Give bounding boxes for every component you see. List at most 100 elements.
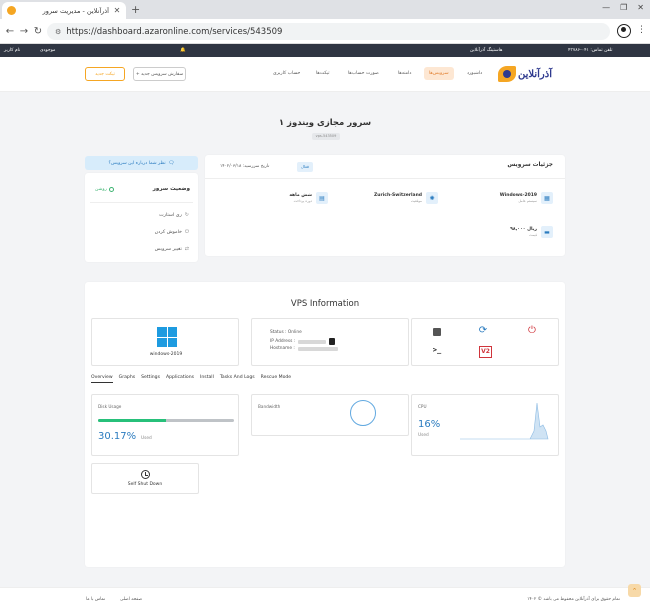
divider [205,178,565,179]
tab-graphs[interactable]: Graphs [119,375,135,383]
self-shutdown-button[interactable]: Self Shut Down [91,463,199,494]
reload-icon[interactable]: ↻ [31,26,45,37]
refresh-icon[interactable]: ⟳ [477,325,489,336]
restart-icon: ↻ [184,212,189,218]
maximize-button[interactable]: ❐ [620,3,627,12]
spec-location: Zurich-Switzerland موقعیت ✺ [374,192,438,204]
restart-button[interactable]: ری استارت ↻ [159,212,189,218]
window-controls: — ❐ ✕ [602,3,644,12]
power-icon[interactable]: ⏻ [526,325,538,336]
service-details-title: جزئیات سرویس [507,162,553,168]
logo-mark-icon [498,66,516,82]
disk-usage-progress [98,419,234,422]
tab-tasks-and-logs[interactable]: Tasks And Logs [220,375,255,383]
user-name-link[interactable]: نام کاربر [4,48,20,53]
vs-console-button[interactable]: V2 [479,346,492,358]
phone-text: تلفن تماس: ۰۴۱-۴۳۷۸۶ [568,48,613,53]
new-tab-button[interactable]: + [131,3,140,16]
minimize-button[interactable]: — [602,3,610,12]
scroll-to-top-button[interactable]: ⌃ [628,584,641,597]
window-close-button[interactable]: ✕ [637,3,644,12]
money-icon: ▬ [541,226,553,238]
copy-icon[interactable] [329,338,336,345]
divider [90,202,193,203]
change-service-label: تغییر سرویس [154,246,182,252]
nav-tickets[interactable]: تیکت‌ها [311,67,335,80]
cpu-box: CPU 16% Used [411,394,559,456]
disk-usage-box: Disk Usage 30.17% Used [91,394,239,456]
bandwidth-box: Bandwidth [251,394,409,436]
disk-usage-title: Disk Usage [98,404,122,409]
restart-label: ری استارت [159,212,182,218]
grid-icon: ▦ [541,192,553,204]
shutdown-button[interactable]: خاموش کردن ⏻ [155,229,189,235]
tab-overview[interactable]: Overview [91,375,113,383]
spec-location-label: موقعیت [410,199,422,203]
feedback-button[interactable]: نظر شما درباره این سرویس؟ 🗨 [85,156,198,170]
spec-price-value: ۹۸,۰۰۰ ریال [510,227,537,232]
home-link[interactable]: صفحه اصلی [120,597,142,602]
calendar-icon: ▤ [316,192,328,204]
page-subtitle: vps-543509 [312,133,340,140]
nav-account[interactable]: حساب کاربری [268,67,305,80]
browser-menu-icon[interactable]: ⋮ [637,25,646,35]
nav-dashboard[interactable]: داشبورد [462,67,487,80]
nav-domains[interactable]: دامنه‌ها [393,67,416,80]
order-service-button[interactable]: + سفارش سرویس جدید [133,67,186,81]
forward-icon[interactable]: → [17,26,31,37]
self-shutdown-label: Self Shut Down [127,482,163,487]
spec-os-label: سیستم عامل [518,199,537,203]
hostname-redacted [297,346,338,351]
disk-usage-fill [98,419,166,422]
site-footer: تماس با ما صفحه اصلی ۱۴۰۲ © تمام حقوق بر… [0,587,650,612]
bandwidth-ring [350,400,376,426]
hosting-link[interactable]: هاستینگ آذرآنلاین [470,48,502,53]
new-ticket-button[interactable]: تیکت جدید [85,67,125,81]
tab-applications[interactable]: Applications [166,375,194,383]
ip-label: IP Address : [270,339,296,344]
due-date: تاریخ سررسید: ۱۴۰۲/۰۳/۱۸ [220,164,270,169]
site-header: تیکت جدید + سفارش سرویس جدید حساب کاربری… [0,57,650,92]
tab-install[interactable]: Install [200,375,214,383]
windows-logo-icon [157,327,177,347]
tab-settings[interactable]: Settings [141,375,160,383]
profile-icon[interactable] [617,24,631,38]
ip-line: IP Address : [270,338,336,345]
clock-icon [140,470,150,479]
power-icon: ⏻ [185,229,189,235]
terminal-icon[interactable]: >_ [431,346,443,354]
spec-location-value: Zurich-Switzerland [374,193,422,198]
tab-rescue-mode[interactable]: Rescue Mode [261,375,291,383]
spec-price-label: قیمت [529,233,537,237]
shutdown-label: خاموش کردن [154,229,183,235]
spec-os-value: Windows-2019 [499,193,537,198]
vps-tabs: Overview Graphs Settings Applications In… [91,375,291,383]
hostname-line: Hostname : [270,346,338,351]
disk-usage-value: 30.17% [98,431,137,442]
vps-information-card: VPS Information windows-2019 Status : On… [85,282,565,567]
chat-icon: 🗨 [168,160,175,166]
back-icon[interactable]: ← [3,26,17,37]
balance-link[interactable]: موجودی [40,48,55,53]
contact-link[interactable]: تماس با ما [86,597,105,602]
notifications-icon[interactable]: 🔔 [180,48,186,53]
change-service-button[interactable]: تغییر سرویس ⇄ [155,246,189,252]
status-badge: روشن [95,187,114,192]
cpu-sparkline-area [460,402,549,440]
nav-invoices[interactable]: صورت حساب‌ها [343,67,384,80]
chevron-up-icon: ⌃ [631,586,638,595]
url-input[interactable]: ⚙ https://dashboard.azaronline.com/servi… [47,23,610,40]
disk-usage-unit: Used [141,436,152,441]
vps-title: VPS Information [290,299,360,309]
hostname-label: Hostname : [270,346,295,351]
site-logo[interactable]: آذرآنلاین [498,62,556,86]
site-info-icon[interactable]: ⚙ [55,28,61,36]
nav-services[interactable]: سرویس‌ها [424,67,454,80]
service-details-card: جزئیات سرویس فعال تاریخ سررسید: ۱۴۰۲/۰۳/… [205,155,565,256]
browser-tab[interactable]: آذرآنلاین - مدیریت سرور ✕ [2,2,126,19]
site-top-strip: نام کاربر موجودی 🔔 هاستینگ آذرآنلاین تلف… [0,44,650,57]
tab-close-button[interactable]: ✕ [113,6,121,15]
stop-icon[interactable] [433,328,441,336]
page-title: ۱ سرور مجازی ویندوز [278,118,372,128]
online-dot-icon [108,187,114,192]
